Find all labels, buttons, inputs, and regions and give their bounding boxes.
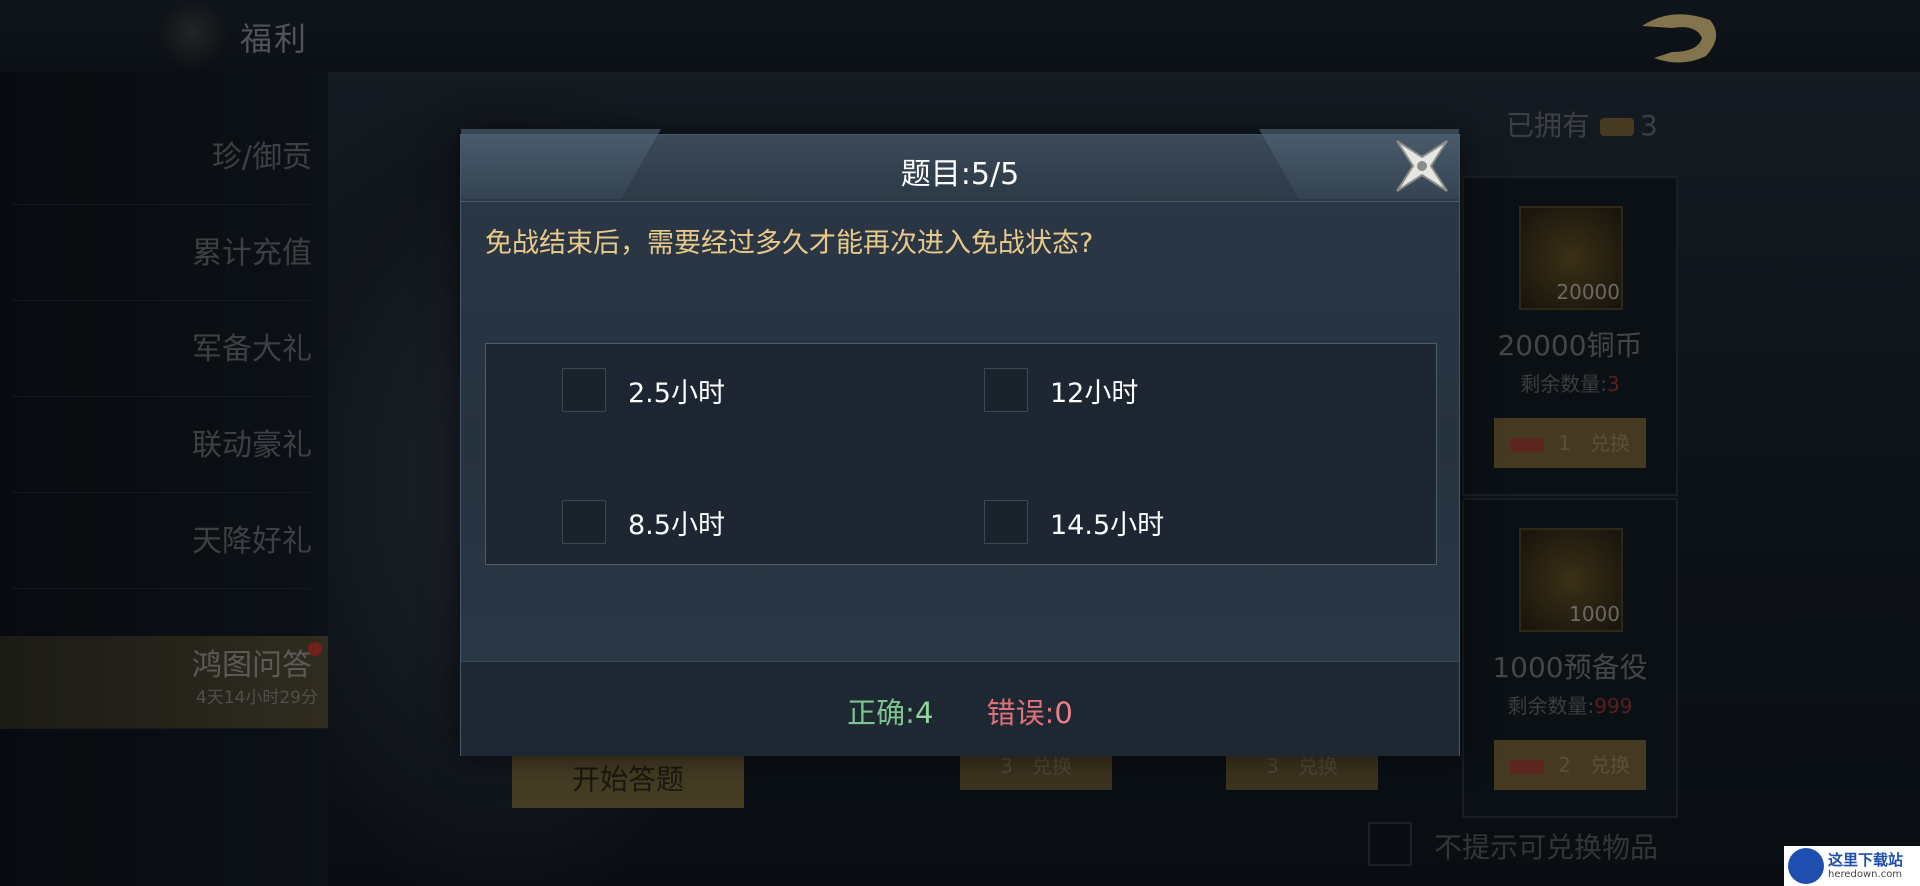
wrong-count: 错误:0	[987, 696, 1073, 730]
correct-count: 正确:4	[847, 696, 933, 730]
dialog-footer: 正确:4 错误:0	[461, 661, 1459, 756]
answer-checkbox[interactable]	[562, 500, 606, 544]
answer-option[interactable]: 8.5小时	[562, 496, 725, 548]
answer-option[interactable]: 2.5小时	[562, 364, 725, 416]
dialog-header: 题目:5/5	[461, 129, 1459, 202]
watermark-logo-icon	[1788, 848, 1824, 884]
answer-label: 2.5小时	[628, 377, 725, 409]
answer-label: 12小时	[1050, 377, 1139, 409]
answer-option[interactable]: 14.5小时	[984, 496, 1164, 548]
answer-checkbox[interactable]	[562, 368, 606, 412]
answer-label: 8.5小时	[628, 509, 725, 541]
close-icon[interactable]	[1391, 135, 1453, 197]
answer-checkbox[interactable]	[984, 500, 1028, 544]
answer-checkbox[interactable]	[984, 368, 1028, 412]
quiz-dialog: 题目:5/5 免战结束后，需要经过多久才能再次进入免战状态? 2.5小时 12小…	[460, 129, 1460, 756]
question-text: 免战结束后，需要经过多久才能再次进入免战状态?	[485, 228, 1094, 259]
wrong-label: 错误:	[986, 696, 1055, 730]
score-summary: 正确:4 错误:0	[461, 690, 1459, 732]
correct-value: 4	[914, 696, 934, 730]
site-watermark: 这里下载站 heredown.com	[1784, 846, 1920, 886]
wrong-value: 0	[1054, 696, 1073, 730]
watermark-line1: 这里下载站	[1828, 851, 1904, 869]
question-counter: 题目:5/5	[900, 157, 1020, 192]
answer-option[interactable]: 12小时	[984, 364, 1138, 416]
answer-options: 2.5小时 12小时 8.5小时 14.5小时	[485, 343, 1437, 565]
correct-label: 正确:	[847, 696, 915, 730]
watermark-line2: heredown.com	[1828, 869, 1903, 880]
answer-label: 14.5小时	[1050, 509, 1165, 541]
